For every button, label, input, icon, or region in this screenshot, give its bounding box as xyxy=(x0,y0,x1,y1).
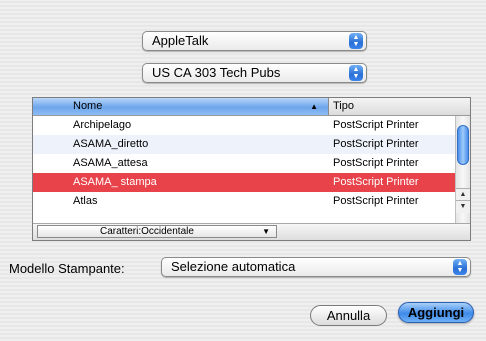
printer-name: Atlas xyxy=(73,195,98,207)
add-button[interactable]: Aggiungi xyxy=(398,302,474,323)
table-row-selected[interactable]: ASAMA_ stampa PostScript Printer xyxy=(33,173,455,192)
printer-type: PostScript Printer xyxy=(333,119,419,131)
table-row[interactable]: Archipelago PostScript Printer xyxy=(33,116,455,135)
scrollbar-thumb[interactable] xyxy=(457,125,469,165)
table-row[interactable]: ASAMA_attesa PostScript Printer xyxy=(33,154,455,173)
network-type-value: AppleTalk xyxy=(152,33,209,48)
scroll-corner xyxy=(455,224,470,240)
printer-name: ASAMA_diretto xyxy=(73,138,149,150)
printer-type: PostScript Printer xyxy=(333,195,419,207)
sort-ascending-icon: ▲ xyxy=(310,102,318,111)
charset-value: Caratteri:Occidentale xyxy=(100,226,194,237)
printer-rows: Archipelago PostScript Printer ASAMA_dir… xyxy=(33,116,455,211)
printer-list: Nome ▲ Tipo Archipelago PostScript Print… xyxy=(32,97,471,241)
popup-arrows-icon: ▲ ▼ xyxy=(349,65,363,81)
printer-model-popup[interactable]: Selezione automatica ▲ ▼ xyxy=(161,257,471,277)
chevron-down-icon: ▼ xyxy=(262,227,270,236)
printer-type: PostScript Printer xyxy=(333,157,419,169)
table-row[interactable]: Atlas PostScript Printer xyxy=(33,192,455,211)
printer-name: ASAMA_attesa xyxy=(73,157,148,169)
vertical-scrollbar[interactable]: ▲ ▼ xyxy=(455,116,470,224)
popup-arrows-icon: ▲ ▼ xyxy=(453,259,467,275)
printer-type: PostScript Printer xyxy=(333,176,419,188)
column-header-type[interactable]: Tipo xyxy=(333,98,354,115)
printer-model-label: Modello Stampante: xyxy=(9,261,125,276)
network-type-popup[interactable]: AppleTalk ▲ ▼ xyxy=(142,31,367,51)
cancel-button[interactable]: Annulla xyxy=(310,305,387,326)
popup-arrows-icon: ▲ ▼ xyxy=(349,33,363,49)
column-header-name[interactable]: Nome ▲ xyxy=(33,98,329,115)
list-header: Nome ▲ Tipo xyxy=(33,98,470,116)
printer-name: Archipelago xyxy=(73,119,132,131)
appletalk-zone-popup[interactable]: US CA 303 Tech Pubs ▲ ▼ xyxy=(142,63,367,83)
scroll-down-arrow-icon[interactable]: ▼ xyxy=(456,200,470,213)
printer-name: ASAMA_ stampa xyxy=(73,176,157,188)
list-footer: Caratteri:Occidentale ▼ xyxy=(33,223,470,240)
printer-type: PostScript Printer xyxy=(333,138,419,150)
charset-popup[interactable]: Caratteri:Occidentale ▼ xyxy=(37,225,277,238)
appletalk-zone-value: US CA 303 Tech Pubs xyxy=(152,65,281,80)
table-row[interactable]: ASAMA_diretto PostScript Printer xyxy=(33,135,455,154)
printer-model-value: Selezione automatica xyxy=(171,259,296,274)
